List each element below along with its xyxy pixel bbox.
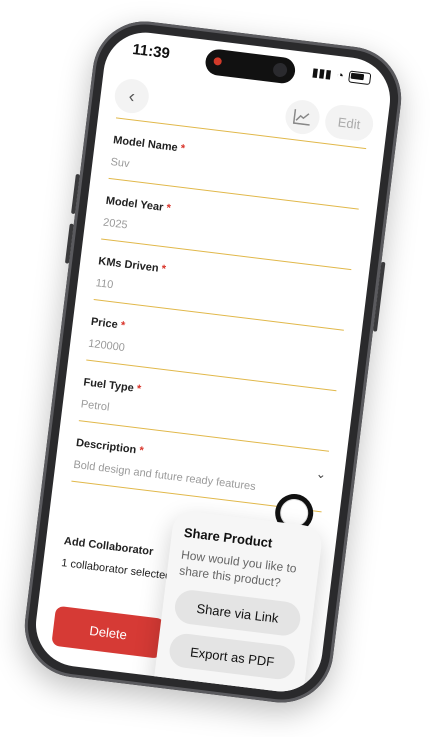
export-pdf-button[interactable]: Export as PDF bbox=[167, 632, 297, 682]
status-time: 11:39 bbox=[131, 40, 171, 63]
share-sheet: Share Product How would you like to shar… bbox=[151, 509, 324, 697]
side-button bbox=[372, 261, 386, 332]
cellular-signal-icon: ▮▮▮ bbox=[311, 64, 333, 82]
delete-button[interactable]: Delete bbox=[51, 605, 166, 659]
wifi-icon: ◔ bbox=[335, 67, 345, 83]
trend-chart-icon bbox=[292, 109, 310, 126]
share-sheet-subtitle: How would you like to share this product… bbox=[178, 547, 298, 590]
screen: 11:39 ▮▮▮ ◔ ‹ Edit Model Name * Suv Mode… bbox=[31, 27, 395, 697]
volume-button bbox=[64, 223, 74, 264]
stage: 11:39 ▮▮▮ ◔ ‹ Edit Model Name * Suv Mode… bbox=[0, 0, 430, 737]
camera-icon bbox=[272, 62, 288, 78]
share-via-link-button[interactable]: Share via Link bbox=[172, 588, 303, 638]
chevron-left-icon: ‹ bbox=[127, 85, 137, 106]
recording-dot-icon bbox=[213, 56, 223, 66]
phone-frame: 11:39 ▮▮▮ ◔ ‹ Edit Model Name * Suv Mode… bbox=[18, 15, 408, 709]
status-icons: ▮▮▮ ◔ bbox=[311, 64, 372, 86]
back-button[interactable]: ‹ bbox=[112, 77, 151, 116]
volume-button bbox=[71, 173, 80, 215]
analytics-button[interactable] bbox=[283, 98, 322, 137]
edit-button[interactable]: Edit bbox=[323, 103, 376, 143]
dynamic-island bbox=[204, 47, 297, 85]
battery-icon bbox=[348, 70, 372, 86]
chevron-down-icon[interactable]: ⌄ bbox=[315, 466, 327, 481]
